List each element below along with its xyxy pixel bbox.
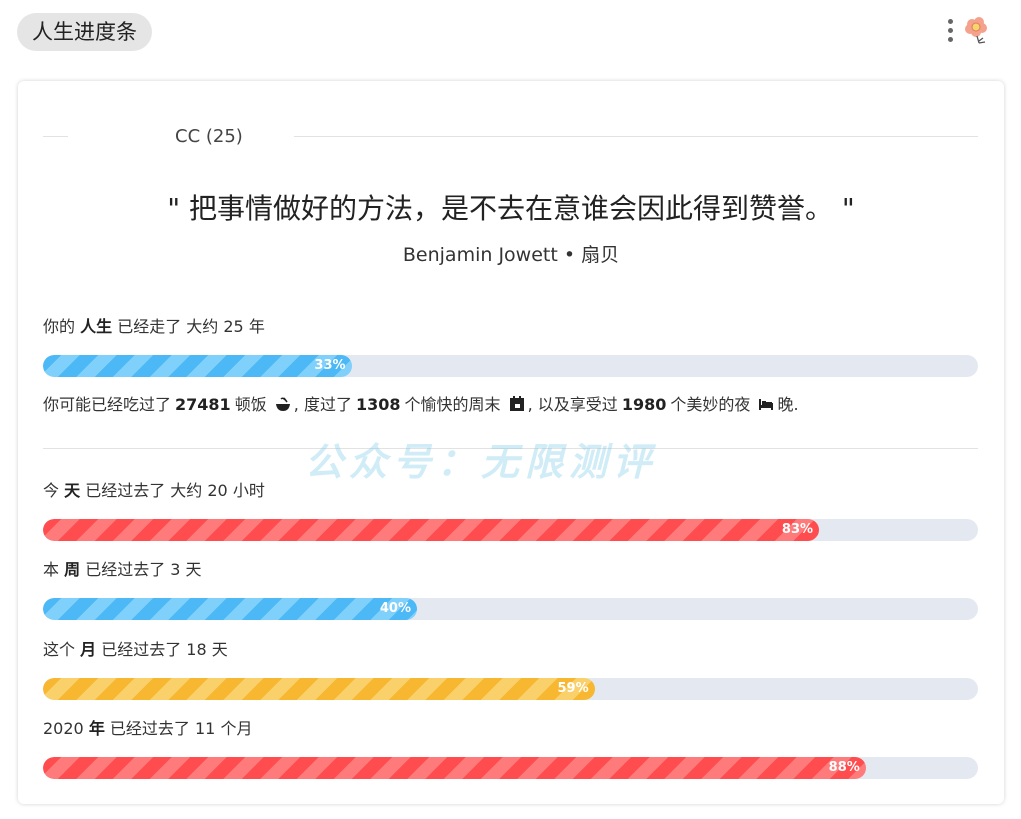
bed-icon [759, 399, 774, 410]
day-progress-bar: 83% [43, 519, 978, 541]
divider-right [294, 136, 978, 137]
life-percent: 33% [314, 358, 346, 373]
day-progress-fill: 83% [43, 519, 820, 541]
stats-text-4: 个愉快的周末 [404, 395, 501, 414]
life-label: 你的 人生 已经走了 大约 25 年 [43, 315, 265, 339]
life-progress-bar: 33% [43, 355, 978, 377]
meals-count: 27481 [175, 395, 231, 414]
quote-text: " 把事情做好的方法，是不去在意谁会因此得到赞誉。 " [167, 192, 855, 225]
bowl-icon [275, 397, 290, 411]
week-label: 本 周 已经过去了 3 天 [43, 558, 202, 582]
year-label-suffix: 已经过去了 11 个月 [104, 719, 253, 738]
month-label-prefix: 这个 [43, 640, 81, 659]
stats-text-7: 晚. [777, 395, 799, 414]
stats-text-5: , 以及享受过 [527, 395, 618, 414]
year-label-bold: 年 [88, 719, 105, 738]
year-label-prefix: 2020 [43, 719, 89, 738]
page-title: 人生进度条 [17, 13, 152, 51]
author-row: CC (25) [43, 125, 978, 149]
nights-count: 1980 [621, 395, 667, 414]
divider-left [43, 136, 68, 137]
life-progress-card: CC (25) " 把事情做好的方法，是不去在意谁会因此得到赞誉。 " Benj… [18, 81, 1004, 804]
week-percent: 40% [379, 601, 411, 616]
stats-text-1: 你可能已经吃过了 [43, 395, 172, 414]
stats-text-3: , 度过了 [293, 395, 352, 414]
life-label-suffix: 已经走了 大约 25 年 [112, 317, 265, 336]
week-progress-fill: 40% [43, 598, 417, 620]
flower-avatar-icon[interactable] [963, 15, 991, 47]
week-label-suffix: 已经过去了 3 天 [80, 560, 202, 579]
more-vertical-icon[interactable] [944, 16, 956, 46]
life-progress-fill: 33% [43, 355, 352, 377]
year-label: 2020 年 已经过去了 11 个月 [43, 717, 252, 741]
author-name: CC (25) [175, 126, 243, 147]
life-label-prefix: 你的 [43, 317, 81, 336]
month-label: 这个 月 已经过去了 18 天 [43, 638, 228, 662]
year-progress-bar: 88% [43, 757, 978, 779]
week-progress-bar: 40% [43, 598, 978, 620]
year-progress-fill: 88% [43, 757, 866, 779]
life-label-bold: 人生 [80, 317, 113, 336]
quote-source: Benjamin Jowett • 扇贝 [402, 244, 620, 266]
day-label-prefix: 今 [43, 481, 65, 500]
month-label-bold: 月 [80, 640, 97, 659]
day-label: 今 天 已经过去了 大约 20 小时 [43, 479, 265, 503]
month-label-suffix: 已经过去了 18 天 [96, 640, 228, 659]
watermark-text: 公众号：无限测评 [305, 440, 658, 484]
weekends-count: 1308 [355, 395, 401, 414]
week-label-prefix: 本 [43, 560, 65, 579]
day-label-bold: 天 [64, 481, 81, 500]
stats-text-6: 个美妙的夜 [670, 395, 751, 414]
day-percent: 83% [781, 522, 814, 537]
section-divider [43, 448, 978, 449]
month-progress-bar: 59% [43, 678, 978, 700]
year-percent: 88% [828, 760, 860, 775]
day-label-suffix: 已经过去了 大约 20 小时 [80, 481, 265, 500]
month-percent: 59% [557, 681, 589, 696]
month-progress-fill: 59% [43, 678, 595, 700]
life-stats: 你可能已经吃过了 27481 顿饭 , 度过了 1308 个愉快的周末 , 以及享受过 1… [43, 392, 799, 418]
calendar-icon [509, 396, 524, 411]
week-label-bold: 周 [64, 560, 81, 579]
stats-text-2: 顿饭 [234, 395, 267, 414]
